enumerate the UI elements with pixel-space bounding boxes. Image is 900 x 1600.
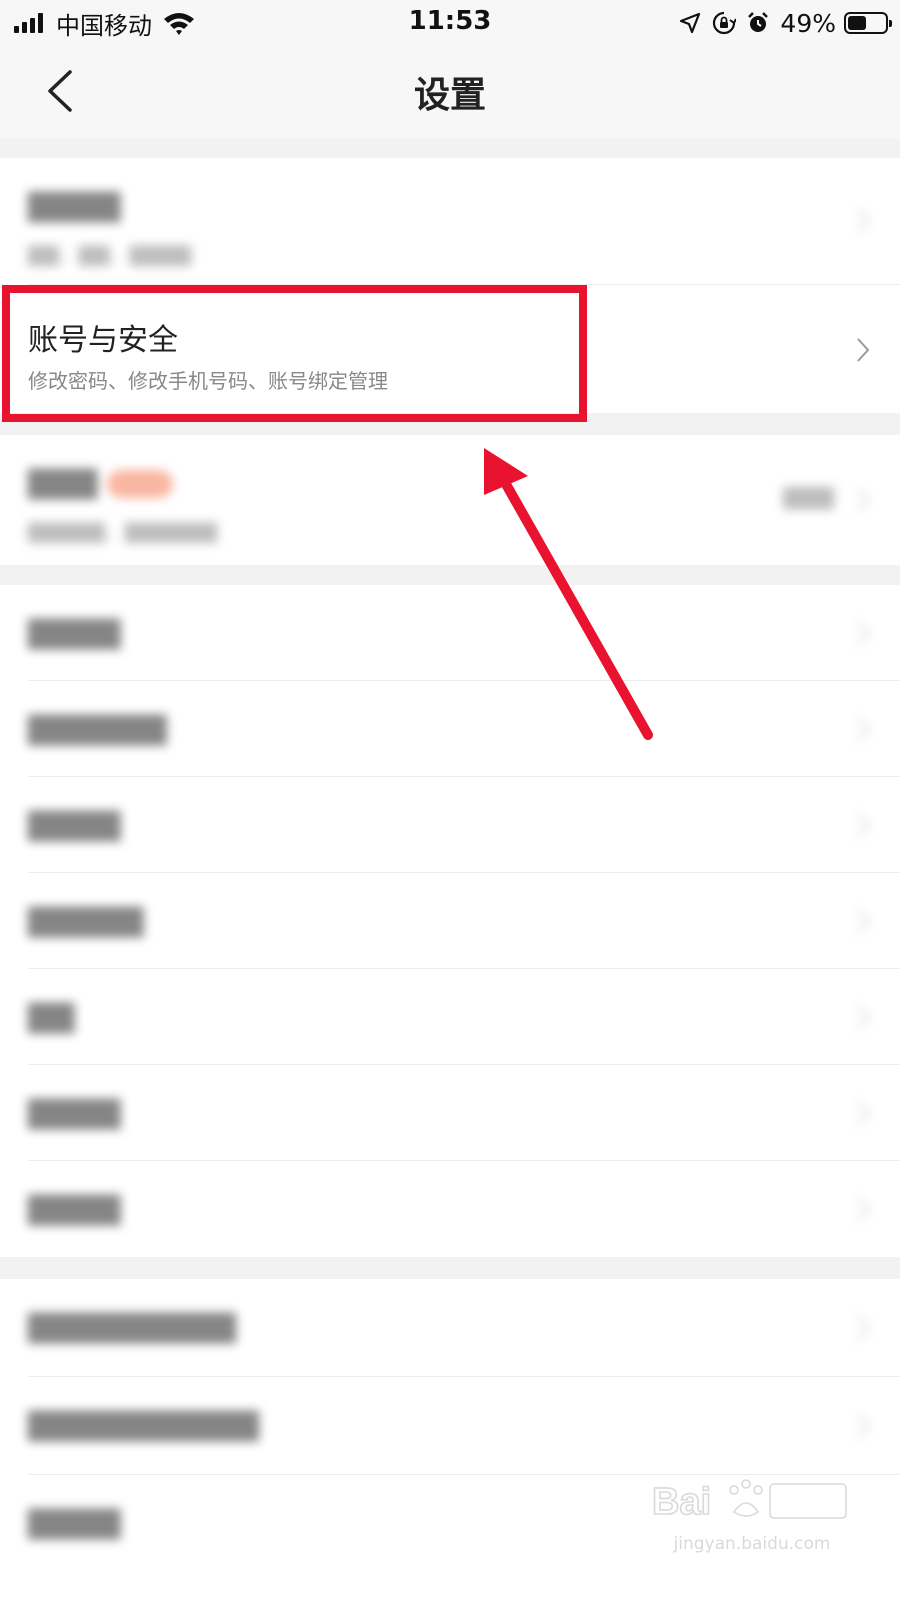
watermark-url: jingyan.baidu.com — [673, 1534, 831, 1554]
settings-row-blurred[interactable]: ▇▇▇▇ — [0, 585, 900, 681]
battery-icon — [844, 12, 892, 34]
chevron-right-icon — [857, 488, 870, 512]
chevron-right-icon — [857, 813, 870, 837]
battery-fill — [848, 16, 866, 30]
chevron-right-icon — [857, 209, 870, 233]
status-bar: 中国移动 11:53 49% — [0, 0, 900, 46]
settings-row-account-security[interactable]: 账号与安全 修改密码、修改手机号码、账号绑定管理 — [0, 285, 900, 413]
baidu-logo-icon: Bai — [651, 1479, 847, 1524]
battery-percentage: 49% — [780, 8, 836, 38]
chevron-right-icon — [857, 338, 870, 362]
section-separator — [0, 1257, 900, 1279]
chevron-right-icon — [857, 621, 870, 645]
chevron-right-icon — [857, 1316, 870, 1340]
location-icon — [680, 12, 701, 34]
settings-row-blurred[interactable]: ▇▇▇▇▇▇▇▇▇▇ — [0, 1377, 900, 1475]
chevron-right-icon — [857, 717, 870, 741]
status-bar-right: 49% — [678, 8, 892, 38]
settings-row-blurred[interactable]: ▇▇ — [0, 969, 900, 1065]
page-title: 设置 — [413, 75, 486, 116]
settings-row-blurred[interactable]: ▇▇▇▇▇ — [0, 873, 900, 969]
settings-row-blurred[interactable]: ▇▇▇▇▇▇▇▇▇ — [0, 1279, 900, 1377]
rotation-lock-icon — [713, 11, 737, 35]
section-separator — [0, 138, 900, 158]
account-security-subtitle: 修改密码、修改手机号码、账号绑定管理 — [28, 369, 388, 393]
baidu-jingyan-watermark: Bai jingyan.baidu.com — [651, 1470, 852, 1560]
chevron-right-icon — [857, 1197, 870, 1221]
settings-row-blurred[interactable]: ▇▇▇▇▇▇ — [0, 681, 900, 777]
chevron-right-icon — [857, 909, 870, 933]
chevron-right-icon — [857, 1414, 870, 1438]
svg-text:Bai: Bai — [652, 1481, 711, 1523]
chevron-right-icon — [857, 1005, 870, 1029]
account-security-title: 账号与安全 — [28, 323, 178, 358]
section-separator — [0, 413, 900, 435]
section-separator — [0, 565, 900, 585]
settings-row-blurred[interactable]: ▇▇▇▇ — [0, 1161, 900, 1257]
settings-row-blurred[interactable]: ▇▇▇▇ ▇▇、▇▇、▇▇▇▇ — [0, 158, 900, 285]
settings-row-blurred[interactable]: ▇▇▇ ▇▇▇▇▇、▇▇▇▇▇▇ ▇▇▇ — [0, 435, 900, 565]
chevron-right-icon — [857, 1101, 870, 1125]
settings-row-blurred[interactable]: ▇▇▇▇ — [0, 1065, 900, 1161]
alarm-icon — [748, 12, 769, 32]
settings-row-blurred[interactable]: ▇▇▇▇ — [0, 777, 900, 873]
navigation-bar: 设置 — [0, 46, 900, 138]
